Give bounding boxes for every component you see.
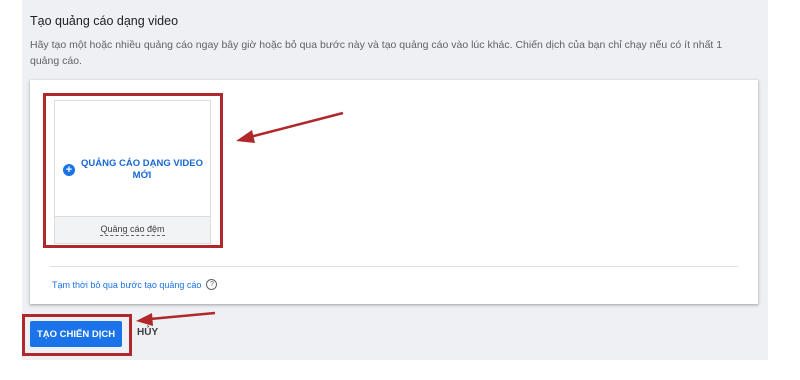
arrow-to-button-head — [136, 313, 153, 326]
arrow-to-button-line — [149, 311, 216, 321]
annotation-arrows — [136, 111, 344, 326]
arrow-to-tile-head — [236, 130, 255, 143]
arrow-to-tile-line — [249, 111, 344, 139]
